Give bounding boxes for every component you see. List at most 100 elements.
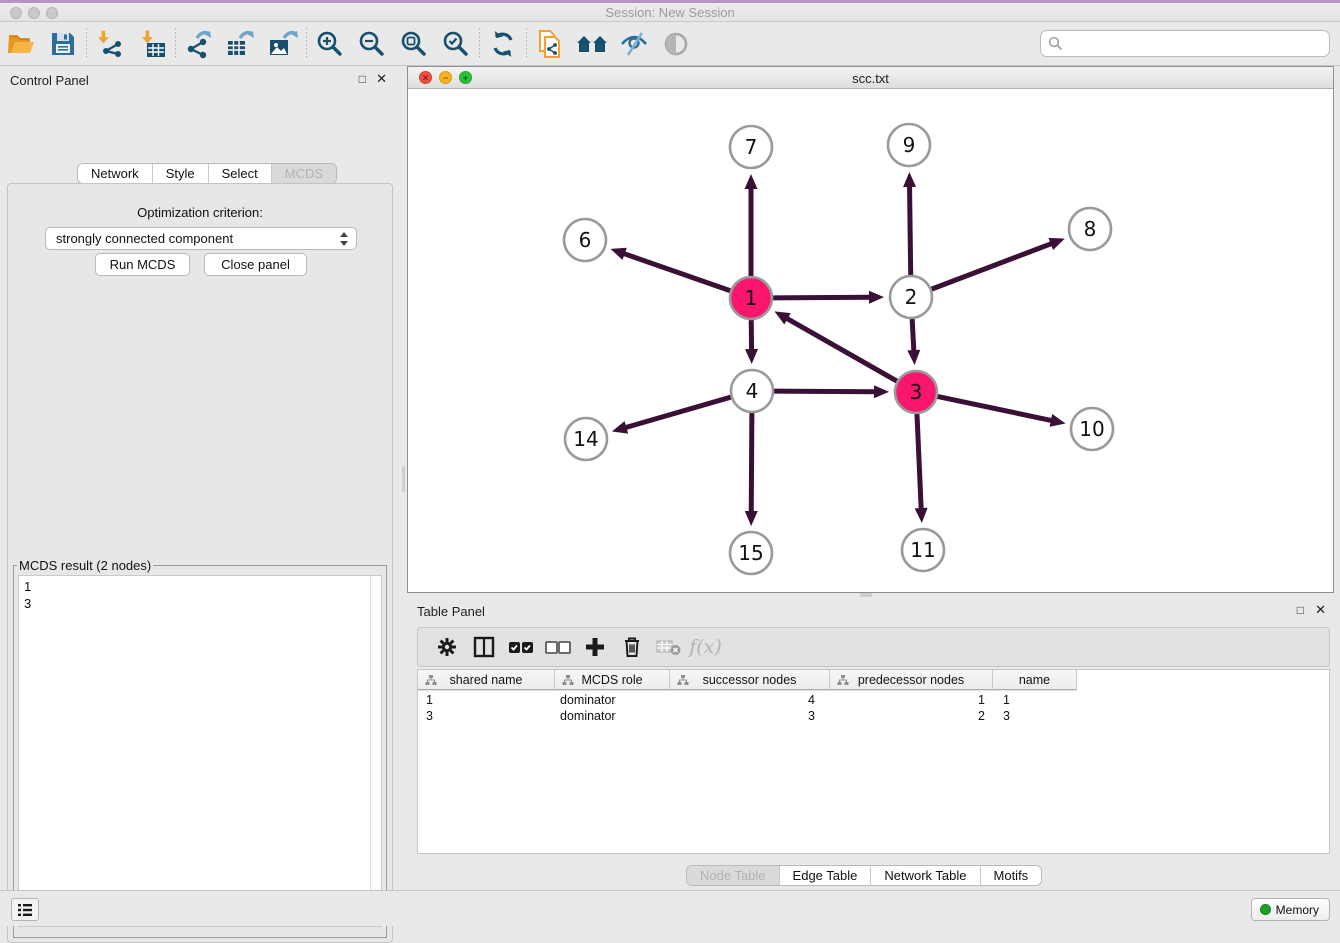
import-table-icon[interactable]: [131, 26, 173, 62]
tab-mcds[interactable]: MCDS: [271, 164, 336, 183]
search-box: [1040, 30, 1330, 57]
table-close-panel-icon[interactable]: ✕: [1315, 603, 1326, 616]
column-type-icon: [677, 674, 689, 686]
tab-edge-table[interactable]: Edge Table: [779, 866, 871, 885]
column-header-name[interactable]: name: [993, 670, 1077, 690]
run-mcds-button[interactable]: Run MCDS: [95, 253, 190, 276]
hide-selected-icon[interactable]: [613, 26, 655, 62]
table-header-row: shared name MCDS role successor nodes prede…: [418, 670, 1077, 690]
edge-2-3[interactable]: [912, 317, 914, 352]
edge-2-8[interactable]: [930, 243, 1053, 290]
column-header-MCDS-role[interactable]: MCDS role: [555, 670, 670, 690]
table-options-icon[interactable]: [428, 632, 465, 662]
tab-select[interactable]: Select: [208, 164, 271, 183]
network-canvas[interactable]: 7968124314101511: [408, 89, 1333, 592]
edge-3-11[interactable]: [917, 412, 921, 510]
zoom-in-icon[interactable]: [309, 26, 351, 62]
cell-predecessor-nodes[interactable]: 1: [830, 692, 993, 708]
float-panel-icon[interactable]: □: [359, 73, 366, 85]
clone-network-icon[interactable]: [529, 26, 571, 62]
cell-shared-name[interactable]: 1: [418, 692, 555, 708]
memory-button[interactable]: Memory: [1251, 898, 1330, 921]
edge-1-6[interactable]: [623, 253, 732, 291]
cell-shared-name[interactable]: 3: [418, 708, 555, 724]
delete-column-icon[interactable]: [613, 632, 650, 662]
task-history-button[interactable]: [11, 898, 39, 921]
add-column-icon[interactable]: [576, 632, 613, 662]
close-panel-button[interactable]: Close panel: [204, 253, 307, 276]
cell-name[interactable]: 1: [993, 692, 1077, 708]
edge-1-2[interactable]: [771, 297, 871, 298]
optimization-criterion-select[interactable]: strongly connected component: [45, 227, 357, 250]
result-scrollbar[interactable]: [370, 576, 381, 926]
vertical-splitter[interactable]: [400, 66, 407, 890]
edge-4-3[interactable]: [772, 391, 876, 392]
edge-arrow-icon: [612, 421, 628, 433]
table-row[interactable]: 3dominator323: [418, 708, 1077, 724]
table-panel-title: Table Panel: [417, 604, 485, 619]
mcds-result-box[interactable]: 1 3: [18, 575, 382, 927]
export-network-icon[interactable]: [178, 26, 220, 62]
column-header-successor-nodes[interactable]: successor nodes: [670, 670, 830, 690]
save-session-icon[interactable]: [42, 26, 84, 62]
edge-arrow-icon: [903, 172, 916, 187]
edge-3-10[interactable]: [936, 396, 1053, 421]
zoom-selected-icon[interactable]: [435, 26, 477, 62]
node-label: 11: [910, 538, 935, 562]
table-panel: Table Panel □ ✕ f(x) shared name MCDS rol…: [407, 597, 1340, 890]
column-header-shared-name[interactable]: shared name: [418, 670, 555, 690]
deselect-all-icon[interactable]: [539, 632, 576, 662]
tab-motifs[interactable]: Motifs: [980, 866, 1042, 885]
column-header-label: MCDS role: [581, 673, 642, 687]
search-input[interactable]: [1040, 30, 1330, 57]
export-table-icon[interactable]: [220, 26, 262, 62]
edge-arrow-icon: [745, 511, 758, 526]
import-network-icon[interactable]: [89, 26, 131, 62]
show-all-icon[interactable]: [655, 26, 697, 62]
control-panel-tabs: NetworkStyleSelectMCDS: [77, 163, 337, 184]
edge-3-1[interactable]: [786, 318, 899, 382]
close-panel-icon[interactable]: ✕: [376, 72, 387, 85]
mcds-result-group: MCDS result (2 nodes) 1 3: [13, 558, 387, 938]
cell-name[interactable]: 3: [993, 708, 1077, 724]
cell-successor-nodes[interactable]: 4: [670, 692, 830, 708]
tab-network[interactable]: Network: [78, 164, 152, 183]
export-image-icon[interactable]: [262, 26, 304, 62]
node-label: 8: [1084, 217, 1097, 241]
table-row[interactable]: 1dominator411: [418, 692, 1077, 708]
edge-2-9[interactable]: [910, 185, 911, 277]
edge-arrow-icon: [915, 508, 928, 523]
table-float-panel-icon[interactable]: □: [1297, 604, 1304, 616]
edge-arrow-icon: [1050, 414, 1066, 427]
column-header-label: predecessor nodes: [858, 673, 964, 687]
cell-predecessor-nodes[interactable]: 2: [830, 708, 993, 724]
edge-4-15[interactable]: [751, 411, 752, 513]
edge-arrow-icon: [869, 291, 884, 304]
memory-status-icon: [1260, 904, 1271, 915]
cell-successor-nodes[interactable]: 3: [670, 708, 830, 724]
apply-layout-icon[interactable]: [482, 26, 524, 62]
column-header-label: name: [1019, 673, 1050, 687]
delete-table-icon[interactable]: [650, 632, 687, 662]
zoom-fit-icon[interactable]: [393, 26, 435, 62]
tab-style[interactable]: Style: [152, 164, 208, 183]
column-header-label: shared name: [450, 673, 523, 687]
open-session-icon[interactable]: [0, 26, 42, 62]
control-panel-title: Control Panel: [10, 73, 89, 88]
toggle-column-view-icon[interactable]: [465, 632, 502, 662]
column-header-predecessor-nodes[interactable]: predecessor nodes: [830, 670, 993, 690]
first-neighbors-icon[interactable]: [571, 26, 613, 62]
node-table[interactable]: shared name MCDS role successor nodes prede…: [417, 669, 1330, 854]
tab-node-table[interactable]: Node Table: [687, 866, 779, 885]
tab-network-table[interactable]: Network Table: [870, 866, 979, 885]
zoom-out-icon[interactable]: [351, 26, 393, 62]
select-all-icon[interactable]: [502, 632, 539, 662]
cell-MCDS-role[interactable]: dominator: [555, 708, 670, 724]
edge-4-14[interactable]: [624, 397, 732, 428]
cell-MCDS-role[interactable]: dominator: [555, 692, 670, 708]
toolbar-separator: [479, 28, 480, 60]
node-label: 15: [738, 541, 763, 565]
network-window-titlebar[interactable]: ✕ − + scc.txt: [408, 67, 1333, 89]
network-view-window: ✕ − + scc.txt 7968124314101511: [407, 66, 1334, 593]
function-builder-icon[interactable]: f(x): [687, 632, 724, 662]
